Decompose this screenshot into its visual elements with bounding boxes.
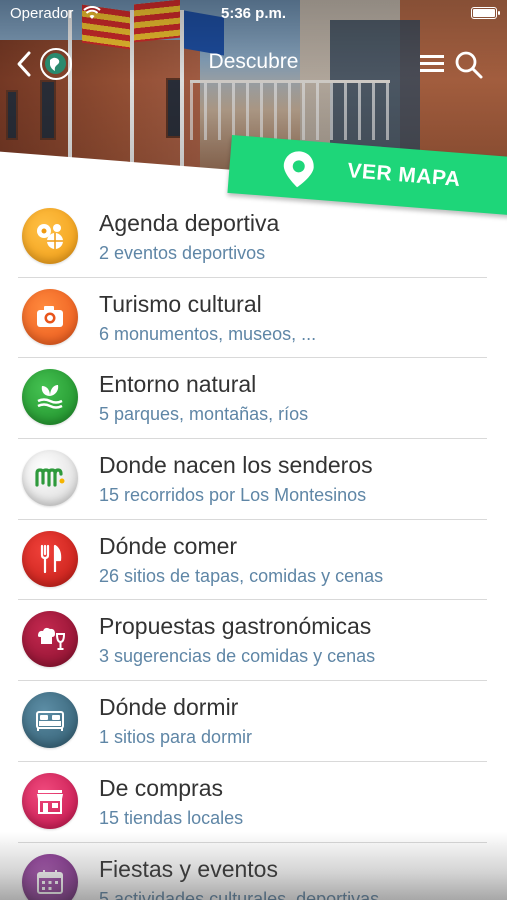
item-title: Dónde dormir	[99, 694, 239, 721]
camera-icon	[22, 288, 78, 345]
item-subtitle: 5 parques, montañas, ríos	[99, 404, 309, 425]
category-list: Agenda deportiva 2 eventos deportivos Tu…	[0, 197, 507, 900]
list-item-senderos[interactable]: Donde nacen los senderos 15 recorridos p…	[0, 439, 507, 520]
item-subtitle: 26 sitios de tapas, comidas y cenas	[99, 565, 384, 586]
chef-hat-wine-icon	[22, 611, 78, 668]
status-bar: Operador 5:36 p.m.	[0, 0, 507, 28]
view-map-label: VER MAPA	[346, 159, 462, 192]
search-icon[interactable]	[454, 50, 484, 80]
battery-icon	[471, 7, 500, 19]
list-item-donde-dormir[interactable]: Dónde dormir 1 sitios para dormir	[0, 681, 507, 762]
item-subtitle: 1 sitios para dormir	[99, 727, 253, 748]
item-title: Propuestas gastronómicas	[99, 613, 372, 640]
item-subtitle: 15 tiendas locales	[99, 807, 244, 828]
navigation-bar: Descubre	[0, 40, 507, 88]
shop-icon	[22, 772, 78, 829]
item-subtitle: 5 actividades culturales, deportivas	[99, 888, 380, 900]
list-item-donde-comer[interactable]: Dónde comer 26 sitios de tapas, comidas …	[0, 520, 507, 601]
item-title: Turismo cultural	[99, 290, 262, 317]
leaf-icon	[22, 369, 78, 426]
bed-icon	[22, 692, 78, 749]
item-subtitle: 2 eventos deportivos	[99, 243, 266, 263]
calendar-icon	[22, 853, 78, 900]
item-subtitle: 15 recorridos por Los Montesinos	[99, 485, 367, 506]
item-title: Donde nacen los senderos	[99, 452, 373, 479]
clock: 5:36 p.m.	[220, 5, 287, 22]
sports-balls-icon	[22, 208, 78, 264]
trail-logo-icon	[22, 450, 78, 507]
item-title: Dónde comer	[99, 532, 238, 559]
list-item-agenda-deportiva[interactable]: Agenda deportiva 2 eventos deportivos	[0, 197, 507, 278]
list-item-entorno-natural[interactable]: Entorno natural 5 parques, montañas, río…	[0, 358, 507, 440]
list-item-de-compras[interactable]: De compras 15 tiendas locales	[0, 762, 507, 843]
item-subtitle: 6 monumentos, museos, ...	[99, 323, 317, 344]
item-title: Entorno natural	[99, 371, 257, 398]
map-pin-icon	[283, 151, 314, 188]
item-title: Agenda deportiva	[99, 210, 280, 236]
hamburger-menu-icon[interactable]	[420, 52, 444, 74]
fork-knife-icon	[22, 530, 78, 587]
item-title: De compras	[99, 774, 223, 801]
list-item-fiestas-y-eventos[interactable]: Fiestas y eventos 5 actividades cultural…	[0, 843, 507, 900]
item-title: Fiestas y eventos	[99, 855, 278, 882]
list-item-propuestas-gastronomicas[interactable]: Propuestas gastronómicas 3 sugerencias d…	[0, 600, 507, 682]
list-item-turismo-cultural[interactable]: Turismo cultural 6 monumentos, museos, .…	[0, 278, 507, 359]
item-subtitle: 3 sugerencias de comidas y cenas	[99, 646, 376, 667]
